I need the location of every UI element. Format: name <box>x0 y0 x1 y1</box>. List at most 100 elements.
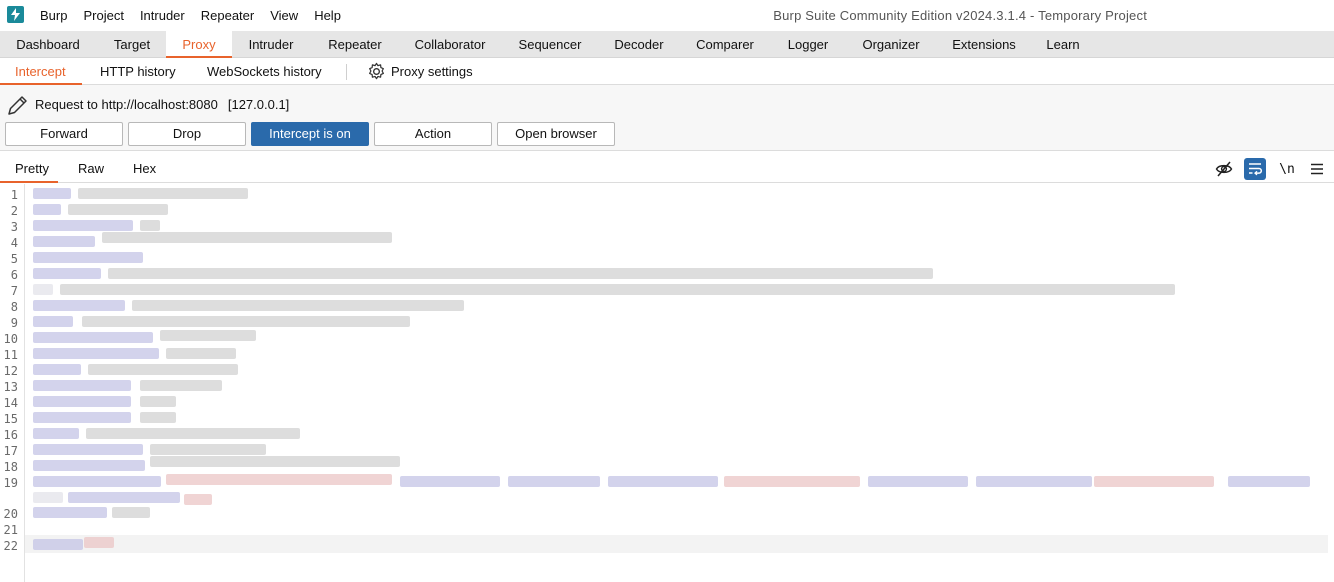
menu-help[interactable]: Help <box>314 8 341 23</box>
line-number: 9 <box>10 316 18 330</box>
menu-intruder[interactable]: Intruder <box>140 8 185 23</box>
line-number: 15 <box>3 412 18 426</box>
gear-icon[interactable] <box>367 62 386 81</box>
proxy-settings-link[interactable]: Proxy settings <box>391 58 473 85</box>
line-number: 22 <box>3 539 18 553</box>
tab-sequencer[interactable]: Sequencer <box>508 31 592 58</box>
intercept-toggle-button[interactable]: Intercept is on <box>251 122 369 146</box>
redacted-text <box>33 348 159 359</box>
drop-button[interactable]: Drop <box>128 122 246 146</box>
view-tab-raw[interactable]: Raw <box>78 155 104 183</box>
redacted-text <box>166 474 392 485</box>
request-ip: [127.0.0.1] <box>227 97 290 112</box>
redacted-text <box>33 220 133 231</box>
redacted-text <box>150 444 266 455</box>
line-number: 1 <box>10 188 18 202</box>
action-button[interactable]: Action <box>374 122 492 146</box>
line-number: 10 <box>3 332 18 346</box>
pencil-icon <box>6 93 30 117</box>
redacted-text <box>160 330 256 341</box>
line-number: 20 <box>3 507 18 521</box>
menu-repeater[interactable]: Repeater <box>201 8 254 23</box>
redacted-text <box>132 300 464 311</box>
redacted-text <box>102 232 392 243</box>
tab-logger[interactable]: Logger <box>776 31 840 58</box>
forward-button[interactable]: Forward <box>5 122 123 146</box>
redacted-text <box>33 204 61 215</box>
redacted-text <box>33 460 145 471</box>
menu-project[interactable]: Project <box>83 8 123 23</box>
redacted-text <box>68 492 180 503</box>
line-number: 21 <box>3 523 18 537</box>
redacted-text <box>33 252 143 263</box>
line-number: 13 <box>3 380 18 394</box>
line-number: 5 <box>10 252 18 266</box>
line-number: 16 <box>3 428 18 442</box>
redacted-text <box>33 236 95 247</box>
redacted-text <box>33 428 79 439</box>
redacted-text <box>78 188 248 199</box>
redacted-text <box>33 188 71 199</box>
menu-burp[interactable]: Burp <box>40 8 67 23</box>
menu-view[interactable]: View <box>270 8 298 23</box>
hamburger-menu-icon[interactable] <box>1306 158 1328 180</box>
tab-learn[interactable]: Learn <box>1036 31 1090 58</box>
redacted-text <box>724 476 860 487</box>
message-view-tab-bar: Pretty Raw Hex <box>0 155 1334 183</box>
redacted-text <box>60 284 1175 295</box>
redacted-text <box>33 364 81 375</box>
open-browser-button[interactable]: Open browser <box>497 122 615 146</box>
view-tab-pretty[interactable]: Pretty <box>15 155 49 183</box>
tab-target[interactable]: Target <box>100 31 164 58</box>
current-line-highlight <box>25 535 1328 553</box>
subtab-intercept[interactable]: Intercept <box>15 58 66 85</box>
message-editor[interactable]: 1 2 3 4 5 6 7 8 9 10 11 12 13 14 15 16 1… <box>0 184 1334 582</box>
tab-intruder[interactable]: Intruder <box>236 31 306 58</box>
hide-eye-icon[interactable] <box>1213 158 1235 180</box>
menu-bar: Burp Project Intruder Repeater View Help <box>40 8 357 23</box>
redacted-text <box>33 316 73 327</box>
redacted-text <box>140 396 176 407</box>
show-newlines-toggle[interactable]: \n <box>1276 158 1298 180</box>
redacted-text <box>68 204 168 215</box>
tab-extensions[interactable]: Extensions <box>942 31 1026 58</box>
tab-comparer[interactable]: Comparer <box>686 31 764 58</box>
redacted-text <box>140 220 160 231</box>
tab-organizer[interactable]: Organizer <box>852 31 930 58</box>
tab-dashboard[interactable]: Dashboard <box>0 31 96 58</box>
redacted-text <box>33 268 101 279</box>
line-number: 3 <box>10 220 18 234</box>
tab-repeater[interactable]: Repeater <box>314 31 396 58</box>
redacted-text <box>112 507 150 518</box>
redacted-text <box>33 380 131 391</box>
redacted-text <box>508 476 600 487</box>
newline-label: \n <box>1279 161 1295 177</box>
subtab-separator <box>346 64 347 80</box>
redacted-text <box>33 492 63 503</box>
redacted-text <box>108 268 933 279</box>
redacted-text <box>86 428 300 439</box>
tab-proxy[interactable]: Proxy <box>166 31 232 58</box>
line-number: 7 <box>10 284 18 298</box>
redacted-text <box>33 284 53 295</box>
subtab-http-history[interactable]: HTTP history <box>100 58 176 85</box>
redacted-text <box>33 539 83 550</box>
redacted-text <box>608 476 718 487</box>
request-url: Request to http://localhost:8080 <box>35 97 218 112</box>
subtab-websockets-history[interactable]: WebSockets history <box>207 58 322 85</box>
line-number: 18 <box>3 460 18 474</box>
view-tab-hex[interactable]: Hex <box>133 155 156 183</box>
word-wrap-icon[interactable] <box>1244 158 1266 180</box>
line-number: 12 <box>3 364 18 378</box>
redacted-text <box>868 476 968 487</box>
request-target-label: Request to http://localhost:8080 [127.0.0… <box>35 97 289 112</box>
proxy-sub-tab-bar: Intercept HTTP history WebSockets histor… <box>0 58 1334 85</box>
redacted-text <box>33 396 131 407</box>
tab-decoder[interactable]: Decoder <box>604 31 674 58</box>
redacted-text <box>400 476 500 487</box>
view-tab-active-indicator <box>0 181 58 183</box>
redacted-text <box>1094 476 1214 487</box>
redacted-text <box>166 348 236 359</box>
redacted-text <box>33 412 131 423</box>
tab-collaborator[interactable]: Collaborator <box>404 31 496 58</box>
